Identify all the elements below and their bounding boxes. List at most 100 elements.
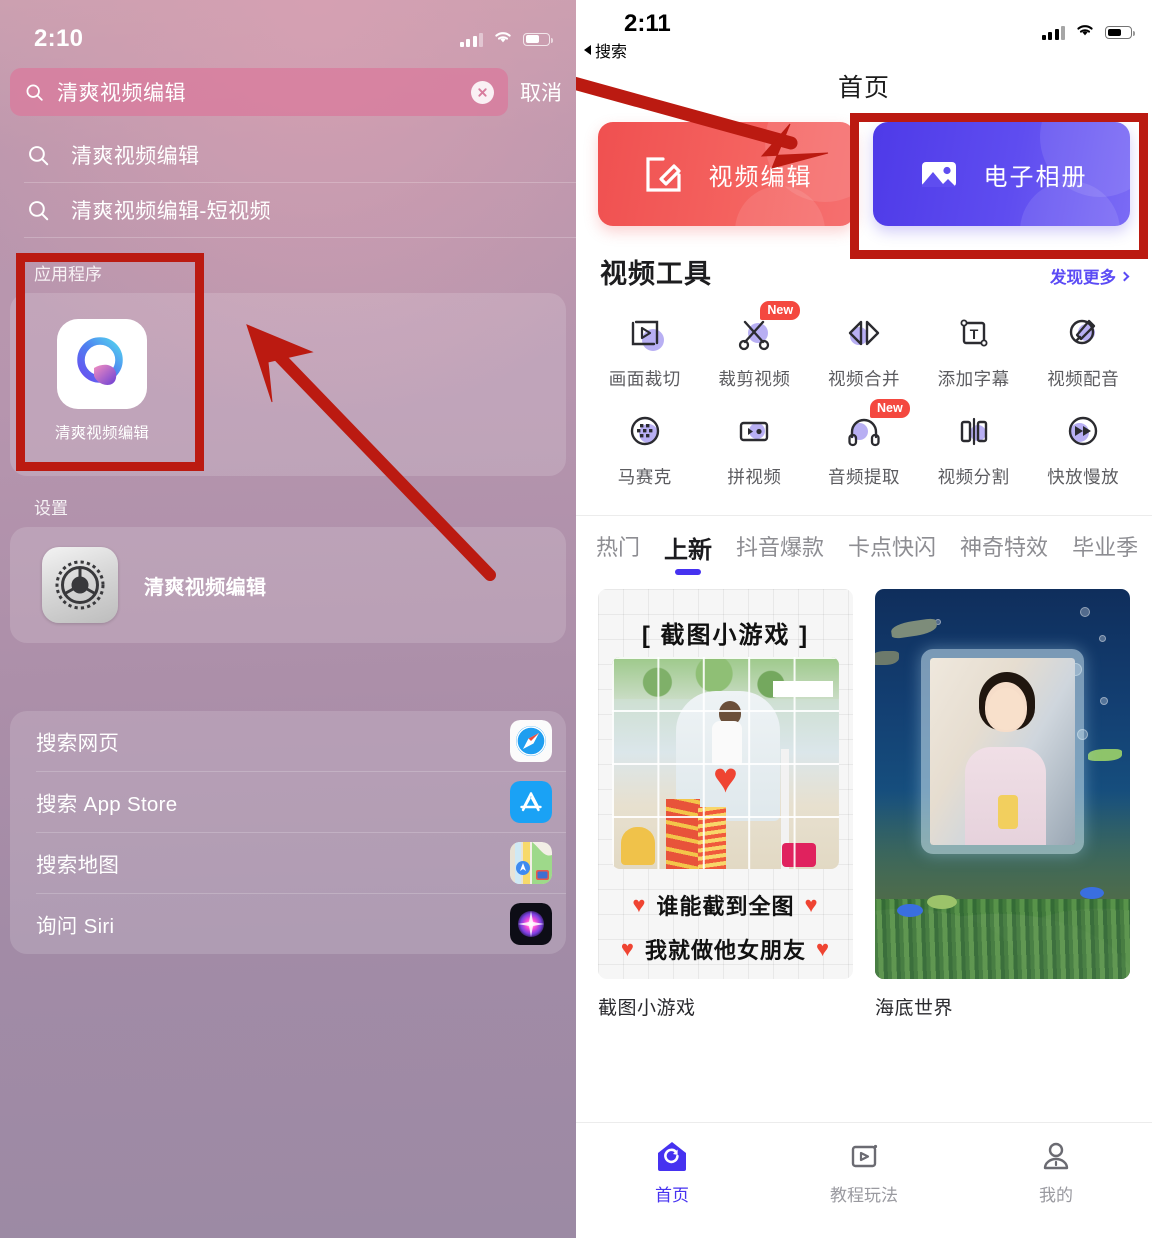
crop-frame-icon <box>623 311 667 355</box>
settings-section-label: 设置 <box>34 499 68 518</box>
tab-new[interactable]: 上新 <box>664 530 712 575</box>
tab-label: 神奇特效 <box>960 535 1049 560</box>
tab-magic-effects[interactable]: 神奇特效 <box>960 530 1048 572</box>
clear-circle-icon[interactable] <box>471 80 494 104</box>
template-card-screenshot-game[interactable]: [ 截图小游戏 ] ♥ ♥ 谁能截到全图 ♥ ♥ 我就做他女朋友 ♥ 截图小游戏 <box>598 589 853 1020</box>
tool-video-split[interactable]: 视频分割 <box>919 409 1029 489</box>
tool-trim-video[interactable]: New 裁剪视频 <box>700 301 810 391</box>
list-item[interactable]: 清爽视频编辑-短视频 <box>0 183 576 237</box>
tools-section-title: 视频工具 <box>600 259 712 289</box>
tab-douyin-hits[interactable]: 抖音爆款 <box>736 530 824 572</box>
cellular-bars-icon <box>459 32 483 47</box>
chevron-right-icon <box>1119 271 1130 281</box>
nav-label: 我的 <box>1039 1186 1073 1205</box>
list-item[interactable]: 搜索地图 <box>10 833 566 893</box>
template-caption: 截图小游戏 <box>598 998 696 1019</box>
action-label: 搜索地图 <box>36 854 120 877</box>
tool-add-subtitle[interactable]: T 添加字幕 <box>919 311 1029 391</box>
tab-label: 抖音爆款 <box>736 535 825 560</box>
settings-result-row[interactable]: 清爽视频编辑 <box>10 527 566 643</box>
left-phone-spotlight-search: 2:10 清爽视频编辑 取消 清爽视频编辑 清爽视频编辑-短视频 应用程序 清爽… <box>0 0 576 1238</box>
cancel-button[interactable]: 取消 <box>518 77 566 107</box>
text-box-icon: T <box>952 311 996 355</box>
tool-speed-control[interactable]: 快放慢放 <box>1028 409 1138 489</box>
nav-profile[interactable]: 我的 <box>960 1135 1152 1238</box>
nav-tutorials[interactable]: 教程玩法 <box>768 1135 960 1238</box>
list-item[interactable]: 询问 Siri <box>10 894 566 954</box>
profile-person-icon <box>960 1135 1152 1177</box>
mosaic-circle-icon <box>623 409 667 453</box>
heart-icon: ♥ <box>632 892 647 917</box>
nav-home[interactable]: 首页 <box>576 1135 768 1238</box>
action-label: 搜索网页 <box>36 732 120 755</box>
tab-beat-flash[interactable]: 卡点快闪 <box>848 530 936 572</box>
left-status-bar: 2:10 <box>0 0 576 64</box>
wifi-icon <box>492 29 514 50</box>
template-thumbnail <box>875 589 1130 979</box>
mic-circle-icon <box>1061 311 1105 355</box>
right-status-time: 2:11 <box>624 10 671 37</box>
template-card-underwater[interactable]: 海底世界 <box>875 589 1130 1020</box>
discover-more-label: 发现更多 <box>1050 269 1116 287</box>
tab-hot[interactable]: 热门 <box>596 530 640 572</box>
poster-line-2: ♥ 我就做他女朋友 ♥ <box>620 936 831 963</box>
right-phone-app-home: 2:11 搜索 首页 视频编辑 电子相册 视频工具 发现更多 画面裁切 New … <box>576 0 1152 1238</box>
tab-graduation[interactable]: 毕业季 <box>1072 530 1138 572</box>
app-result-label: 清爽视频编辑 <box>54 425 150 442</box>
nav-label: 首页 <box>655 1186 689 1205</box>
applications-result-card: 清爽视频编辑 <box>10 293 566 476</box>
tool-label: 马赛克 <box>617 467 672 487</box>
new-badge: New <box>869 399 910 418</box>
tool-merge-video[interactable]: 视频合并 <box>809 311 919 391</box>
tool-label: 拼视频 <box>727 467 782 487</box>
list-item[interactable]: 搜索网页 <box>10 711 566 771</box>
tool-splice-video[interactable]: 拼视频 <box>700 409 810 489</box>
video-tools-grid: 画面裁切 New 裁剪视频 视频合并 T 添加字幕 视频配音 马赛克 拼视频 N… <box>576 291 1152 489</box>
back-to-search-button[interactable]: 搜索 <box>584 38 627 62</box>
photo-album-icon <box>916 151 962 197</box>
heart-icon: ♥ <box>620 936 635 961</box>
hero-actions: 视频编辑 电子相册 <box>576 104 1152 226</box>
action-label: 询问 Siri <box>36 915 115 938</box>
heart-icon: ♥ <box>816 936 831 961</box>
tool-mosaic[interactable]: 马赛克 <box>590 409 700 489</box>
category-tabs: 热门 上新 抖音爆款 卡点快闪 神奇特效 毕业季 <box>576 515 1152 575</box>
applications-section-label: 应用程序 <box>34 265 102 284</box>
photo-album-card[interactable]: 电子相册 <box>873 122 1130 226</box>
poster-title: [ 截图小游戏 ] <box>641 622 810 649</box>
right-status-indicators <box>1041 22 1135 43</box>
template-thumbnail: [ 截图小游戏 ] ♥ ♥ 谁能截到全图 ♥ ♥ 我就做他女朋友 ♥ <box>598 589 853 979</box>
search-actions-card: 搜索网页 搜索 App Store 搜索地图 询问 Siri <box>10 711 566 954</box>
maps-icon <box>510 842 552 884</box>
fast-forward-icon <box>1061 409 1105 453</box>
tool-video-dubbing[interactable]: 视频配音 <box>1028 311 1138 391</box>
suggestion-label: 清爽视频编辑 <box>71 145 200 168</box>
dual-phone-screenshot: 2:10 清爽视频编辑 取消 清爽视频编辑 清爽视频编辑-短视频 应用程序 清爽… <box>0 0 1152 1238</box>
settings-result-label: 清爽视频编辑 <box>144 576 267 599</box>
tab-label: 热门 <box>596 535 641 560</box>
tab-label: 上新 <box>664 537 713 564</box>
wifi-icon <box>1074 22 1096 43</box>
settings-gear-icon <box>42 547 118 623</box>
search-input[interactable]: 清爽视频编辑 <box>10 68 508 116</box>
search-icon <box>24 82 45 103</box>
list-item[interactable]: 清爽视频编辑 <box>0 128 576 182</box>
tool-label: 添加字幕 <box>937 369 1010 389</box>
app-result-item[interactable]: 清爽视频编辑 <box>46 319 158 443</box>
tool-audio-extract[interactable]: New 音频提取 <box>809 399 919 489</box>
tab-underline <box>675 569 702 575</box>
new-badge: New <box>760 301 801 320</box>
poster-line-1: ♥ 谁能截到全图 ♥ <box>632 892 819 919</box>
list-item[interactable]: 搜索 App Store <box>10 772 566 832</box>
spotlight-search-row: 清爽视频编辑 取消 <box>10 68 566 116</box>
template-caption: 海底世界 <box>875 998 954 1019</box>
discover-more-link[interactable]: 发现更多 <box>1050 264 1130 288</box>
left-status-indicators <box>459 29 553 50</box>
video-edit-card[interactable]: 视频编辑 <box>598 122 855 226</box>
tool-crop-frame[interactable]: 画面裁切 <box>590 311 700 391</box>
left-status-time: 2:10 <box>34 25 84 52</box>
tab-label: 卡点快闪 <box>848 535 937 560</box>
home-icon <box>576 1135 768 1177</box>
suggestion-label: 清爽视频编辑-短视频 <box>71 200 271 223</box>
action-label: 搜索 App Store <box>36 793 178 816</box>
